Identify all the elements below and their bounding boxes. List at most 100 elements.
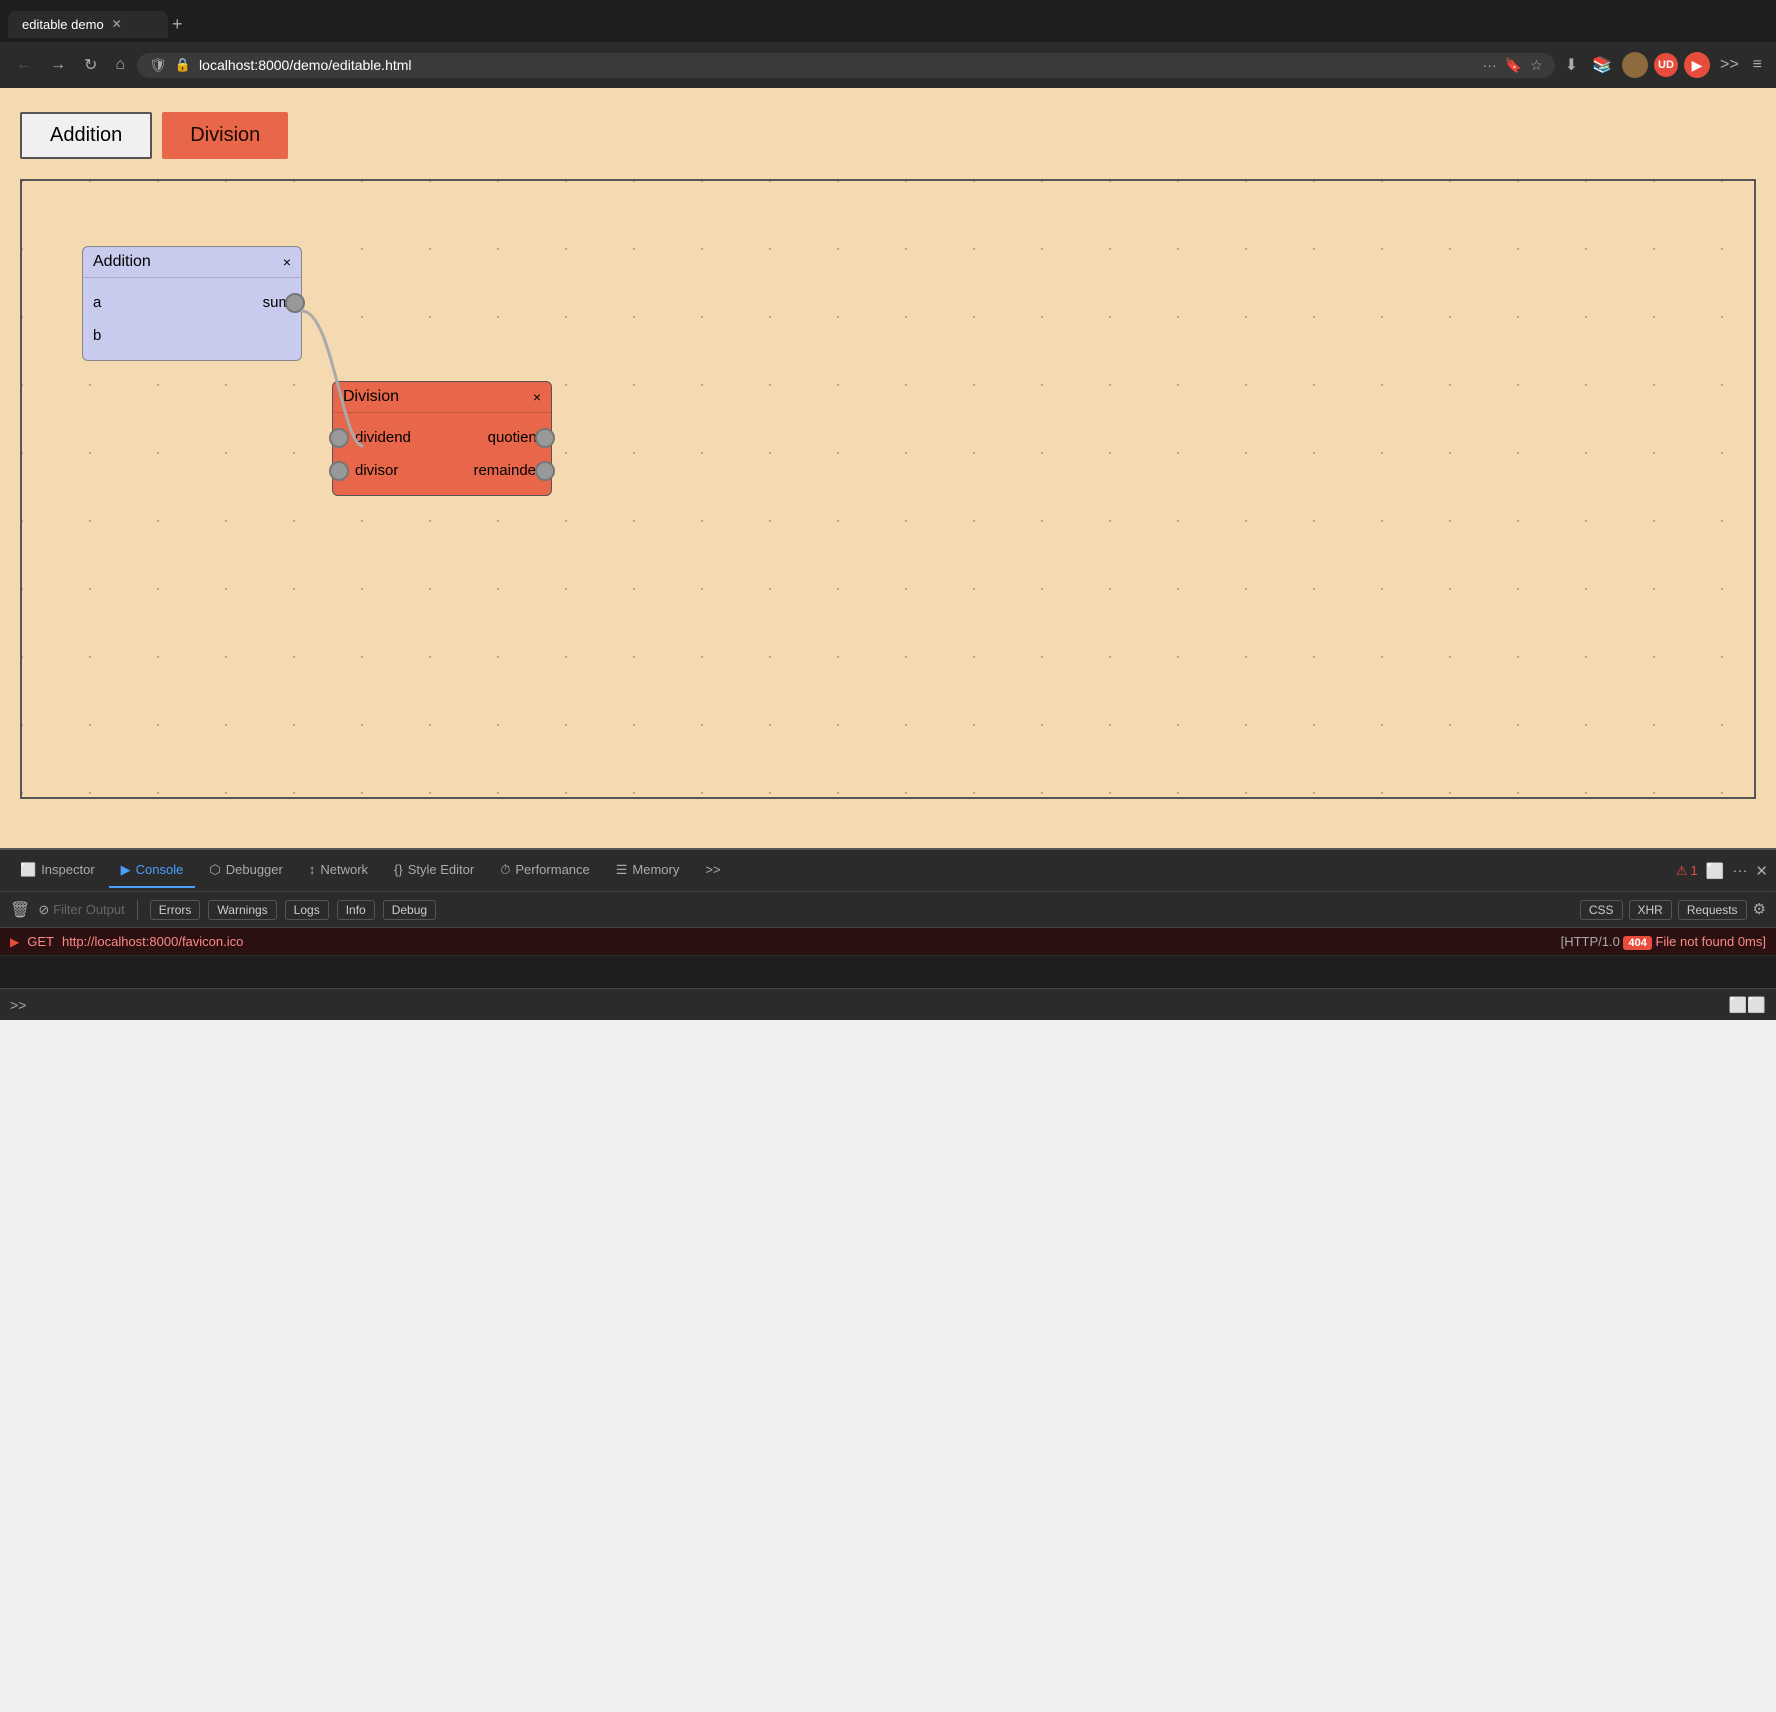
log-status-msg: File not found 0ms] — [1655, 934, 1766, 949]
split-view-icon[interactable]: ⬜⬜ — [1729, 996, 1766, 1014]
division-node-close[interactable]: × — [533, 389, 541, 405]
log-expand-arrow[interactable]: ▶ — [10, 935, 19, 949]
error-badge: ⚠ 1 — [1676, 863, 1698, 879]
addition-node[interactable]: Addition × a sum b — [82, 246, 302, 361]
addition-node-header: Addition × — [83, 247, 301, 278]
filter-errors-button[interactable]: Errors — [150, 900, 201, 920]
addition-row-a: a sum — [93, 286, 291, 319]
division-row-divisor: divisor remainder — [343, 454, 541, 487]
clear-console-button[interactable]: 🗑 — [10, 900, 30, 920]
inspector-label: Inspector — [41, 862, 94, 877]
close-devtools-button[interactable]: ✕ — [1755, 862, 1768, 880]
division-input-dividend: dividend — [355, 429, 411, 446]
error-icon: ⚠ — [1676, 863, 1688, 879]
more-options-devtools[interactable]: ··· — [1732, 862, 1747, 879]
new-tab-button[interactable]: + — [172, 14, 183, 35]
active-tab[interactable]: editable demo ✕ — [8, 11, 168, 38]
filter-right: CSS XHR Requests ⚙ — [1580, 900, 1766, 920]
devtool-tab-debugger[interactable]: ⬡ Debugger — [197, 854, 294, 888]
home-button[interactable]: ⌂ — [109, 52, 131, 78]
star-icon[interactable]: ☆ — [1530, 57, 1543, 74]
memory-icon: ☰ — [616, 862, 628, 878]
division-button[interactable]: Division — [162, 112, 288, 159]
main-content: Addition Division Addition × a sum b — [0, 88, 1776, 848]
devtool-tab-performance[interactable]: ⏱ Performance — [488, 854, 602, 888]
browser-chrome: editable demo ✕ + ← → ↻ ⌂ 🛡 🔒 ··· 🔖 ☆ ⬇ … — [0, 0, 1776, 88]
avatar-ud[interactable]: UD — [1654, 53, 1678, 77]
devtools-toolbar: 🗑 ⊘ Filter Output Errors Warnings Logs I… — [0, 892, 1776, 928]
canvas-area[interactable]: Addition × a sum b Division × — [20, 179, 1756, 799]
division-node[interactable]: Division × dividend quotient divisor rem… — [332, 381, 552, 496]
filter-requests-button[interactable]: Requests — [1678, 900, 1747, 920]
console-icon: ▶ — [121, 862, 131, 878]
log-status-code: 404 — [1623, 936, 1651, 950]
bookmarks-icon[interactable]: 📚 — [1588, 51, 1616, 79]
addition-sum-port[interactable] — [285, 293, 305, 313]
log-status: [HTTP/1.0 404 File not found 0ms] — [1561, 934, 1766, 949]
division-output-remainder: remainder — [473, 462, 541, 479]
network-label: Network — [320, 862, 368, 877]
inspector-icon: ⬜ — [20, 862, 36, 878]
filter-output-wrap: ⊘ Filter Output — [38, 902, 124, 918]
addition-node-close[interactable]: × — [283, 254, 291, 270]
nav-icons-right: ⬇ 📚 UD ▶ >> ≡ — [1561, 51, 1766, 79]
footer-chevron[interactable]: >> — [10, 997, 26, 1013]
devtools-content: ▶ GET http://localhost:8000/favicon.ico … — [0, 928, 1776, 988]
addition-node-body: a sum b — [83, 278, 301, 360]
tab-title: editable demo — [22, 17, 104, 32]
division-input-divisor: divisor — [355, 462, 398, 479]
forward-button[interactable]: → — [44, 52, 72, 78]
devtool-tab-inspector[interactable]: ⬜ Inspector — [8, 854, 107, 888]
extensions-icon[interactable]: >> — [1716, 52, 1743, 78]
filter-logs-button[interactable]: Logs — [285, 900, 329, 920]
division-node-header: Division × — [333, 382, 551, 413]
filter-debug-button[interactable]: Debug — [383, 900, 436, 920]
addition-input-a: a — [93, 294, 101, 311]
division-dividend-port[interactable] — [329, 428, 349, 448]
network-icon: ↕ — [309, 862, 316, 877]
devtools-more-button[interactable]: >> — [693, 854, 732, 887]
division-divisor-port[interactable] — [329, 461, 349, 481]
avatar-red[interactable]: ▶ — [1684, 52, 1710, 78]
devtool-tab-style-editor[interactable]: {} Style Editor — [382, 854, 486, 887]
filter-css-button[interactable]: CSS — [1580, 900, 1623, 920]
address-input[interactable] — [199, 57, 1475, 73]
address-bar: 🛡 🔒 ··· 🔖 ☆ — [137, 53, 1555, 78]
filter-separator — [137, 900, 138, 920]
pocket-icon[interactable]: 🔖 — [1505, 57, 1522, 74]
settings-icon[interactable]: ⚙ — [1753, 900, 1766, 920]
dock-icon[interactable]: ⬜ — [1706, 862, 1725, 880]
lock-icon: 🔒 — [175, 57, 191, 73]
division-quotient-port[interactable] — [535, 428, 555, 448]
back-button[interactable]: ← — [10, 52, 38, 78]
filter-info-button[interactable]: Info — [337, 900, 375, 920]
menu-icon[interactable]: ≡ — [1749, 52, 1766, 78]
debugger-icon: ⬡ — [209, 862, 220, 878]
tab-close-button[interactable]: ✕ — [112, 17, 122, 31]
memory-label: Memory — [632, 862, 679, 877]
log-row-error: ▶ GET http://localhost:8000/favicon.ico … — [0, 928, 1776, 956]
addition-button[interactable]: Addition — [20, 112, 152, 159]
devtool-tab-memory[interactable]: ☰ Memory — [604, 854, 692, 888]
address-extras: ··· 🔖 ☆ — [1483, 57, 1543, 74]
devtool-tab-network[interactable]: ↕ Network — [297, 854, 380, 887]
style-editor-icon: {} — [394, 862, 403, 877]
log-status-text: [HTTP/1.0 — [1561, 934, 1620, 949]
division-output-quotient: quotient — [488, 429, 541, 446]
console-label: Console — [136, 862, 184, 877]
error-count: 1 — [1691, 863, 1698, 878]
filter-warnings-button[interactable]: Warnings — [208, 900, 276, 920]
reload-button[interactable]: ↻ — [78, 51, 103, 79]
devtools-tabs: ⬜ Inspector ▶ Console ⬡ Debugger ↕ Netwo… — [0, 850, 1776, 892]
filter-output-label: Filter Output — [53, 902, 125, 917]
filter-xhr-button[interactable]: XHR — [1629, 900, 1672, 920]
division-remainder-port[interactable] — [535, 461, 555, 481]
tab-bar: editable demo ✕ + — [0, 0, 1776, 42]
more-options-icon[interactable]: ··· — [1483, 57, 1497, 73]
download-icon[interactable]: ⬇ — [1561, 51, 1582, 79]
devtool-tab-console[interactable]: ▶ Console — [109, 854, 196, 888]
avatar-browser[interactable] — [1622, 52, 1648, 78]
division-row-dividend: dividend quotient — [343, 421, 541, 454]
log-method: GET — [27, 934, 54, 949]
addition-row-b: b — [93, 319, 291, 352]
